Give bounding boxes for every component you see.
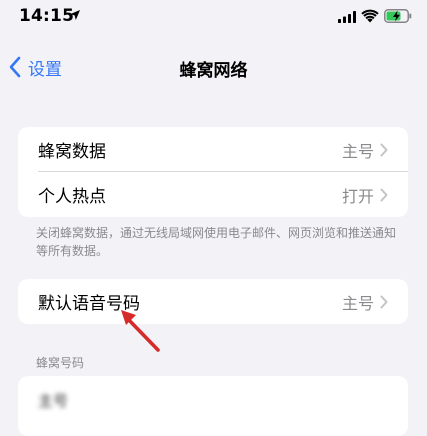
chevron-right-icon	[380, 188, 388, 201]
cellular-data-value: 主号	[341, 141, 374, 161]
cellular-data-row[interactable]: 蜂窝数据 主号	[18, 127, 408, 172]
personal-hotspot-row[interactable]: 个人热点 打开	[18, 172, 408, 217]
default-voice-line-value: 主号	[341, 293, 374, 313]
settings-group-cellular: 蜂窝数据 主号 个人热点 打开	[18, 127, 408, 217]
annotation-arrow-icon	[121, 310, 160, 352]
default-voice-line-row[interactable]: 默认语音号码 主号	[18, 279, 408, 324]
settings-group-voice: 默认语音号码 主号	[18, 279, 408, 324]
personal-hotspot-value: 打开	[341, 186, 374, 206]
status-bar: 14:15	[0, 0, 427, 40]
battery-charging-icon	[384, 9, 412, 23]
chevron-right-icon	[380, 143, 388, 156]
navigation-bar: 设置 蜂窝网络	[0, 44, 427, 88]
location-arrow-icon	[70, 10, 80, 20]
page-title: 蜂窝网络	[179, 61, 248, 81]
baidu-jingyan-watermark-logo	[327, 376, 401, 409]
cellular-data-label: 蜂窝数据	[38, 142, 106, 162]
wifi-icon	[361, 9, 379, 23]
cellular-numbers-header: 蜂窝号码	[36, 356, 85, 370]
personal-hotspot-label: 个人热点	[38, 187, 106, 207]
status-time: 14:15	[19, 6, 75, 26]
chevron-right-icon	[380, 295, 388, 308]
cellular-signal-icon	[338, 11, 356, 23]
cellular-data-footer-note: 关闭蜂窝数据，通过无线局域网使用电子邮件、网页浏览和推送通知等所有数据。	[36, 226, 397, 258]
cellular-number-label: 主号	[38, 392, 69, 410]
